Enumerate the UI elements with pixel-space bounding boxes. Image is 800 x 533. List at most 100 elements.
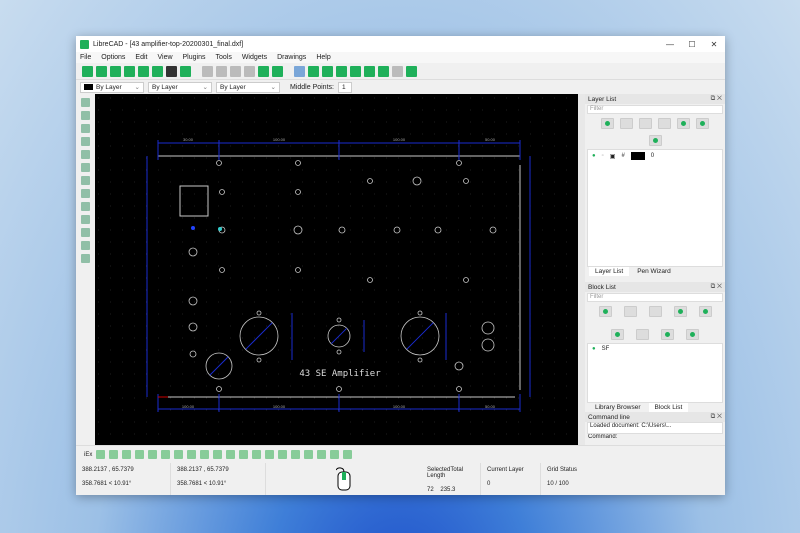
redraw-icon[interactable] xyxy=(322,65,333,77)
middle-points-spinner[interactable]: 1 xyxy=(337,81,352,93)
show-blocks-icon[interactable] xyxy=(598,306,612,317)
edit-layer-icon[interactable] xyxy=(648,135,662,146)
zoom-out-icon[interactable] xyxy=(350,65,361,77)
cut-icon[interactable] xyxy=(244,65,255,77)
remove-layer-icon[interactable] xyxy=(696,118,709,129)
polyline-tool-icon[interactable] xyxy=(81,150,90,159)
copy-icon[interactable] xyxy=(258,65,269,77)
edit-block-icon[interactable] xyxy=(611,329,624,340)
width-select[interactable]: By Layer ⌄ xyxy=(148,81,212,93)
print-icon[interactable]: ▣ xyxy=(610,153,616,160)
close-icon[interactable]: ⧉ ✕ xyxy=(711,283,722,291)
menu-options[interactable]: Options xyxy=(101,54,125,61)
close-icon[interactable]: ⧉ ✕ xyxy=(711,95,722,103)
layer-filter-input[interactable]: Filter xyxy=(587,105,723,114)
snap-on-entity-icon[interactable] xyxy=(135,450,145,459)
text-tool-icon[interactable] xyxy=(81,202,90,211)
snap-free-icon[interactable] xyxy=(96,450,106,459)
lock-all-icon[interactable] xyxy=(658,118,671,129)
view-2-icon[interactable] xyxy=(278,450,288,459)
view-1-icon[interactable] xyxy=(265,450,275,459)
restrict-horizontal-icon[interactable] xyxy=(200,450,210,459)
tab-layer-list[interactable]: Layer List xyxy=(589,267,630,276)
layer-row[interactable]: ● ▫ ▣ #0 xyxy=(588,150,722,162)
ellipse-tool-icon[interactable] xyxy=(81,137,90,146)
print-preview-icon[interactable] xyxy=(180,65,191,77)
block-row[interactable]: ● SF xyxy=(588,344,722,354)
insert-block-icon[interactable] xyxy=(661,329,674,340)
zoom-window-icon[interactable] xyxy=(392,65,403,77)
zoom-pan-icon[interactable] xyxy=(406,65,417,77)
curve-tool-icon[interactable] xyxy=(81,124,90,133)
lock-icon[interactable]: ▫ xyxy=(602,153,604,159)
maximize-button[interactable]: ☐ xyxy=(681,40,703,49)
hide-blocks-icon[interactable] xyxy=(623,306,637,317)
new-template-icon[interactable] xyxy=(96,65,107,77)
show-all-layers-icon[interactable] xyxy=(601,118,614,129)
color-select[interactable]: By Layer ⌄ xyxy=(80,81,144,93)
paste-icon[interactable] xyxy=(272,65,283,77)
view-4-icon[interactable] xyxy=(304,450,314,459)
save-icon[interactable] xyxy=(124,65,135,77)
snap-grid-icon[interactable] xyxy=(109,450,119,459)
zoom-in-icon[interactable] xyxy=(336,65,347,77)
zoom-previous-icon[interactable] xyxy=(378,65,389,77)
snap-middle-icon[interactable] xyxy=(161,450,171,459)
vertical-scrollbar[interactable] xyxy=(578,94,585,445)
remove-block-icon[interactable] xyxy=(698,306,712,317)
menu-widgets[interactable]: Widgets xyxy=(242,54,267,61)
eye-icon[interactable]: ● xyxy=(592,153,596,159)
new-file-icon[interactable] xyxy=(82,65,93,77)
block-filter-input[interactable]: Filter xyxy=(587,293,723,302)
add-layer-icon[interactable] xyxy=(677,118,690,129)
draw-order-back-icon[interactable] xyxy=(343,450,353,459)
circle-tool-icon[interactable] xyxy=(81,111,90,120)
hatch-tool-icon[interactable] xyxy=(81,215,90,224)
close-icon[interactable]: ⧉ ✕ xyxy=(711,413,722,421)
measure-tool-icon[interactable] xyxy=(81,189,90,198)
redo-icon[interactable] xyxy=(230,65,241,77)
export-block-icon[interactable] xyxy=(686,329,699,340)
open-icon[interactable] xyxy=(110,65,121,77)
eye-icon[interactable]: ● xyxy=(592,346,596,352)
zoom-auto-icon[interactable] xyxy=(364,65,375,77)
exclusive-snap-button[interactable]: iEx xyxy=(84,452,92,458)
tab-pen-wizard[interactable]: Pen Wizard xyxy=(631,267,677,276)
hide-all-layers-icon[interactable] xyxy=(620,118,633,129)
command-prompt[interactable]: Command: xyxy=(585,434,725,440)
create-block-icon[interactable] xyxy=(648,306,662,317)
save-block-icon[interactable] xyxy=(636,329,649,340)
restrict-orthogonal-icon[interactable] xyxy=(226,450,236,459)
relative-zero-icon[interactable] xyxy=(239,450,249,459)
drawing-canvas[interactable]: 30.00 100.00 100.00 50.00 100.00 100.00 100.00… xyxy=(95,94,578,445)
minimize-button[interactable]: — xyxy=(659,40,681,49)
tab-block-list[interactable]: Block List xyxy=(648,403,689,412)
linetype-select[interactable]: By Layer ⌄ xyxy=(216,81,280,93)
menu-drawings[interactable]: Drawings xyxy=(277,54,306,61)
select-icon[interactable] xyxy=(202,65,213,77)
select-tool-icon[interactable] xyxy=(81,176,90,185)
cad-drawing[interactable]: 30.00 100.00 100.00 50.00 100.00 100.00 100.00… xyxy=(95,94,578,445)
lock-relative-zero-icon[interactable] xyxy=(252,450,262,459)
draw-order-front-icon[interactable] xyxy=(330,450,340,459)
menu-tools[interactable]: Tools xyxy=(215,54,231,61)
print-icon[interactable] xyxy=(166,65,177,77)
spline-tool-icon[interactable] xyxy=(81,163,90,172)
snap-intersection-icon[interactable] xyxy=(187,450,197,459)
snap-endpoint-icon[interactable] xyxy=(122,450,132,459)
menu-view[interactable]: View xyxy=(157,54,172,61)
draft-icon[interactable] xyxy=(308,65,319,77)
menu-edit[interactable]: Edit xyxy=(135,54,147,61)
menu-help[interactable]: Help xyxy=(316,54,330,61)
block-tool-icon[interactable] xyxy=(81,241,90,250)
snap-center-icon[interactable] xyxy=(148,450,158,459)
view-5-icon[interactable] xyxy=(317,450,327,459)
line-tool-icon[interactable] xyxy=(81,98,90,107)
undo-icon[interactable] xyxy=(216,65,227,77)
image-tool-icon[interactable] xyxy=(81,228,90,237)
restrict-vertical-icon[interactable] xyxy=(213,450,223,459)
point-tool-icon[interactable] xyxy=(81,254,90,263)
save-as-icon[interactable] xyxy=(138,65,149,77)
menu-file[interactable]: File xyxy=(80,54,91,61)
view-3-icon[interactable] xyxy=(291,450,301,459)
